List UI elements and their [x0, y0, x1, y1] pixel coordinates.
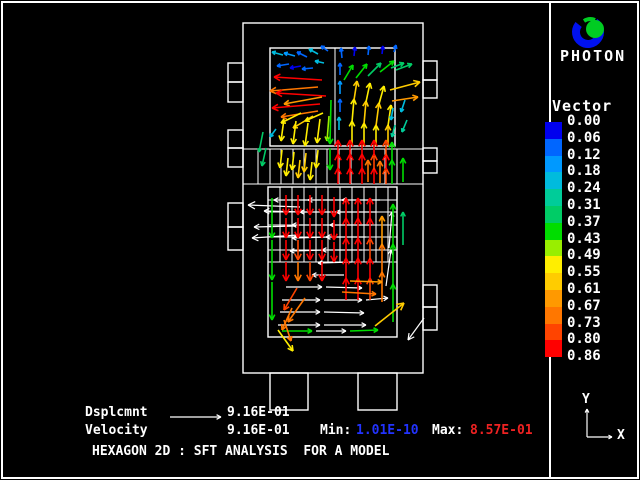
legend-value: 0.67	[567, 299, 601, 314]
photon-app-window: PHOTON Vector 0.00 0.06 0.120.18 0.24 0.31 0.…	[0, 0, 640, 480]
legend-value: 0.37	[567, 215, 601, 230]
legend-value: 0.43	[567, 232, 601, 247]
legend-value: 0.86	[567, 349, 601, 364]
legend-swatch	[545, 189, 562, 206]
max-label: Max:	[432, 424, 463, 438]
velocity-label: Velocity	[85, 424, 148, 438]
legend-swatch	[545, 206, 562, 223]
legend-swatch	[545, 122, 562, 139]
min-label: Min:	[320, 424, 351, 438]
legend-value: 0.18	[567, 164, 601, 179]
min-value: 1.01E-10	[356, 424, 419, 438]
legend-swatch	[545, 273, 562, 290]
legend-value: 0.24	[567, 181, 601, 196]
max-value: 8.57E-01	[470, 424, 533, 438]
displacement-value: 9.16E-01	[227, 406, 290, 420]
legend-swatch	[545, 290, 562, 307]
legend-value: 0.06	[567, 131, 601, 146]
model-title: HEXAGON 2D : SFT ANALYSIS FOR A MODEL	[92, 445, 389, 459]
legend-swatch	[545, 256, 562, 273]
legend-swatch	[545, 340, 562, 357]
legend-value: 0.49	[567, 248, 601, 263]
legend-value: 0.55	[567, 265, 601, 280]
legend-swatch	[545, 240, 562, 257]
legend-swatch	[545, 156, 562, 173]
legend-swatch	[545, 223, 562, 240]
legend-value: 0.31	[567, 198, 601, 213]
legend-value: 0.80	[567, 332, 601, 347]
legend-value: 0.00	[567, 114, 601, 129]
legend-value: 0.73	[567, 316, 601, 331]
legend-swatch	[545, 172, 562, 189]
y-axis-label: Y	[582, 393, 590, 407]
displacement-label: Dsplcmnt	[85, 406, 148, 420]
legend-swatch	[545, 324, 562, 341]
legend-value: 0.12	[567, 148, 601, 163]
velocity-value: 9.16E-01	[227, 424, 290, 438]
legend-title: Vector	[552, 98, 612, 114]
legend-value: 0.61	[567, 282, 601, 297]
x-axis-label: X	[617, 429, 625, 443]
legend-swatch	[545, 139, 562, 156]
legend-swatch	[545, 307, 562, 324]
app-title: PHOTON	[560, 48, 626, 64]
